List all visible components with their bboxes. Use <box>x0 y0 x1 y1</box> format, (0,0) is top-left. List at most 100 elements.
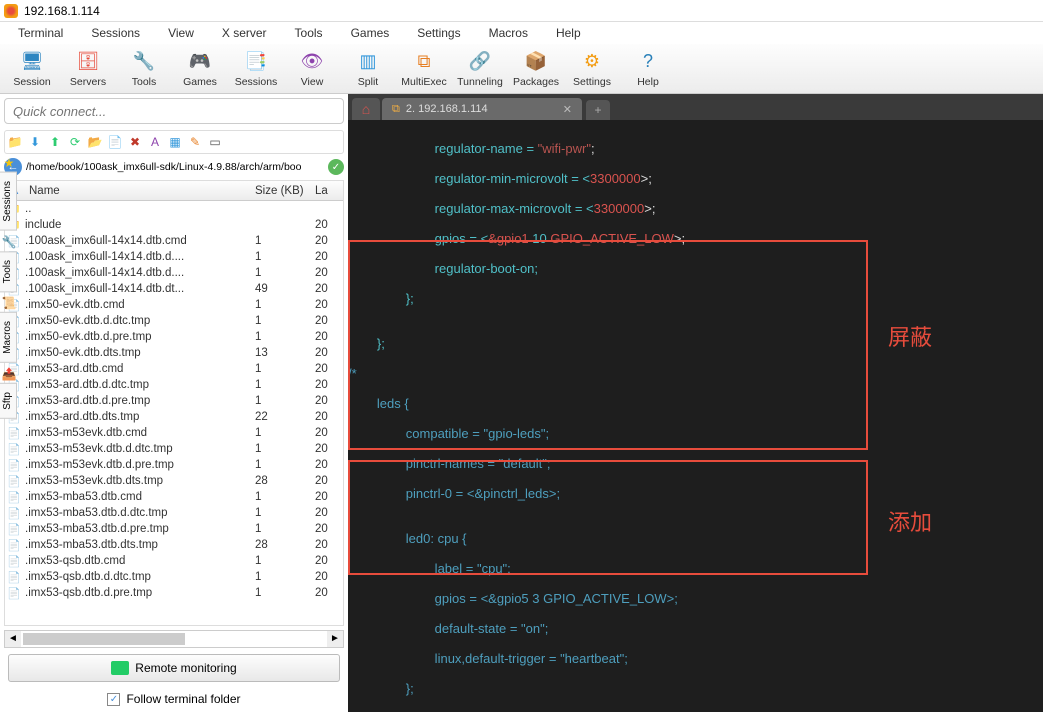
file-row[interactable]: 📄.imx53-ard.dtb.d.dtc.tmp120 <box>5 377 343 393</box>
file-row[interactable]: 📄.imx53-ard.dtb.d.pre.tmp120 <box>5 393 343 409</box>
file-row[interactable]: 📄.imx53-qsb.dtb.d.dtc.tmp120 <box>5 569 343 585</box>
file-row[interactable]: 📄.imx53-mba53.dtb.cmd120 <box>5 489 343 505</box>
file-la: 20 <box>315 507 343 519</box>
scroll-left-icon[interactable]: ◄ <box>5 631 21 647</box>
tool-session[interactable]: 🖥Session <box>4 50 60 88</box>
new-tab-button[interactable]: + <box>586 100 610 120</box>
file-row[interactable]: 📄.imx53-ard.dtb.cmd120 <box>5 361 343 377</box>
sidetab-macros[interactable]: Macros <box>0 312 17 363</box>
upload-icon[interactable]: ⬆ <box>47 134 63 150</box>
tool-multiexec[interactable]: ⧉MultiExec <box>396 50 452 88</box>
tool-servers[interactable]: 🗄Servers <box>60 50 116 88</box>
tool-tools[interactable]: 🔧Tools <box>116 50 172 88</box>
file-la: 20 <box>315 587 343 599</box>
file-row[interactable]: 📄.100ask_imx6ull-14x14.dtb.d....120 <box>5 265 343 281</box>
h-scrollbar[interactable]: ◄ ► <box>4 630 344 648</box>
menu-macros[interactable]: Macros <box>475 26 542 40</box>
tool-games[interactable]: 🎮Games <box>172 50 228 88</box>
home-tab[interactable] <box>352 98 380 120</box>
edit-icon[interactable]: ✎ <box>187 134 203 150</box>
file-row[interactable]: 📄.imx53-qsb.dtb.cmd120 <box>5 553 343 569</box>
file-row[interactable]: 📄.100ask_imx6ull-14x14.dtb.dt...4920 <box>5 281 343 297</box>
file-row[interactable]: 📄.imx50-evk.dtb.d.dtc.tmp120 <box>5 313 343 329</box>
menu-terminal[interactable]: Terminal <box>4 26 77 40</box>
menu-help[interactable]: Help <box>542 26 595 40</box>
sftp-toolbar[interactable]: 📁 ⬇ ⬆ ⟳ 📂 📄 ✖ A ▦ ✎ ▭ <box>4 130 344 154</box>
file-row[interactable]: 📄.100ask_imx6ull-14x14.dtb.cmd120 <box>5 233 343 249</box>
file-row[interactable]: 📄.imx53-mba53.dtb.d.pre.tmp120 <box>5 521 343 537</box>
side-tabs[interactable]: ★Sessions🔧Tools📜Macros📤Sftp <box>0 154 23 421</box>
follow-terminal-row[interactable]: ✓ Follow terminal folder <box>0 686 348 712</box>
file-size: 1 <box>255 331 315 343</box>
menu-sessions[interactable]: Sessions <box>77 26 154 40</box>
menu-settings[interactable]: Settings <box>403 26 474 40</box>
file-row[interactable]: 📄.imx53-m53evk.dtb.d.pre.tmp120 <box>5 457 343 473</box>
menu-view[interactable]: View <box>154 26 208 40</box>
remote-monitoring-button[interactable]: Remote monitoring <box>8 654 340 682</box>
file-name: .100ask_imx6ull-14x14.dtb.dt... <box>23 283 255 295</box>
sidetab-tools[interactable]: Tools <box>0 251 17 292</box>
file-name: .imx53-mba53.dtb.cmd <box>23 491 255 503</box>
newfolder-icon[interactable]: 📂 <box>87 134 103 150</box>
col-la[interactable]: La <box>315 185 343 197</box>
sidetab-sftp[interactable]: Sftp <box>0 383 17 419</box>
follow-checkbox[interactable]: ✓ <box>107 693 120 706</box>
menu-games[interactable]: Games <box>337 26 404 40</box>
file-row[interactable]: 📄.imx53-qsb.dtb.d.pre.tmp120 <box>5 585 343 601</box>
menu-x-server[interactable]: X server <box>208 26 281 40</box>
col-size[interactable]: Size (KB) <box>255 185 315 197</box>
file-row[interactable]: 📄.imx53-m53evk.dtb.cmd120 <box>5 425 343 441</box>
refresh-icon[interactable]: ⟳ <box>67 134 83 150</box>
file-list[interactable]: ▲ Name Size (KB) La 📁..📁include20📄.100as… <box>4 180 344 626</box>
quick-connect[interactable] <box>4 98 344 124</box>
file-row[interactable]: 📄.imx53-m53evk.dtb.dts.tmp2820 <box>5 473 343 489</box>
file-la: 20 <box>315 459 343 471</box>
file-icon: 📄 <box>5 571 23 584</box>
scroll-thumb[interactable] <box>23 633 185 645</box>
file-la: 20 <box>315 395 343 407</box>
file-la: 20 <box>315 251 343 263</box>
session-tabs[interactable]: ⧉ 2. 192.168.1.114 ✕ + <box>348 94 1043 120</box>
delete-icon[interactable]: ✖ <box>127 134 143 150</box>
folder-icon[interactable]: 📁 <box>7 134 23 150</box>
props-icon[interactable]: A <box>147 134 163 150</box>
perms-icon[interactable]: ▦ <box>167 134 183 150</box>
tool-help[interactable]: ?Help <box>620 50 676 88</box>
session-tab[interactable]: ⧉ 2. 192.168.1.114 ✕ <box>382 98 582 120</box>
download-icon[interactable]: ⬇ <box>27 134 43 150</box>
copy-icon[interactable]: 📄 <box>107 134 123 150</box>
sidetab-sessions[interactable]: Sessions <box>0 172 17 231</box>
file-row[interactable]: 📄.imx53-m53evk.dtb.d.dtc.tmp120 <box>5 441 343 457</box>
tool-view[interactable]: 👁View <box>284 50 340 88</box>
tool-tunneling[interactable]: 🔗Tunneling <box>452 50 508 88</box>
file-row[interactable]: 📄.imx53-ard.dtb.dts.tmp2220 <box>5 409 343 425</box>
tool-split[interactable]: ▥Split <box>340 50 396 88</box>
col-name[interactable]: Name <box>25 185 255 197</box>
tool-settings[interactable]: ⚙Settings <box>564 50 620 88</box>
file-row[interactable]: 📄.imx50-evk.dtb.d.pre.tmp120 <box>5 329 343 345</box>
close-tab-icon[interactable]: ✕ <box>563 103 572 116</box>
file-row[interactable]: 📄.imx53-mba53.dtb.d.dtc.tmp120 <box>5 505 343 521</box>
file-row[interactable]: 📄.imx50-evk.dtb.dts.tmp1320 <box>5 345 343 361</box>
menu-tools[interactable]: Tools <box>281 26 337 40</box>
file-row[interactable]: 📄.100ask_imx6ull-14x14.dtb.d....120 <box>5 249 343 265</box>
terminal-output[interactable]: regulator-name = "wifi-pwr"; regulator-m… <box>348 120 1043 712</box>
quick-connect-input[interactable] <box>4 98 344 124</box>
file-la: 20 <box>315 491 343 503</box>
file-header[interactable]: ▲ Name Size (KB) La <box>5 181 343 201</box>
file-la: 20 <box>315 331 343 343</box>
file-row[interactable]: 📁include20 <box>5 217 343 233</box>
file-row[interactable]: 📄.imx50-evk.dtb.cmd120 <box>5 297 343 313</box>
file-name: .imx53-mba53.dtb.dts.tmp <box>23 539 255 551</box>
term-icon[interactable]: ▭ <box>207 134 223 150</box>
tool-packages[interactable]: 📦Packages <box>508 50 564 88</box>
tool-sessions[interactable]: 📑Sessions <box>228 50 284 88</box>
current-path[interactable]: /home/book/100ask_imx6ull-sdk/Linux-4.9.… <box>26 161 325 173</box>
help-icon: ? <box>636 50 660 74</box>
menu-bar[interactable]: TerminalSessionsViewX serverToolsGamesSe… <box>0 22 1043 44</box>
file-row[interactable]: 📄.imx53-mba53.dtb.dts.tmp2820 <box>5 537 343 553</box>
scroll-right-icon[interactable]: ► <box>327 631 343 647</box>
file-row[interactable]: 📁.. <box>5 201 343 217</box>
path-bar[interactable]: ← /home/book/100ask_imx6ull-sdk/Linux-4.… <box>4 158 344 176</box>
main-toolbar: 🖥Session🗄Servers🔧Tools🎮Games📑Sessions👁Vi… <box>0 44 1043 94</box>
